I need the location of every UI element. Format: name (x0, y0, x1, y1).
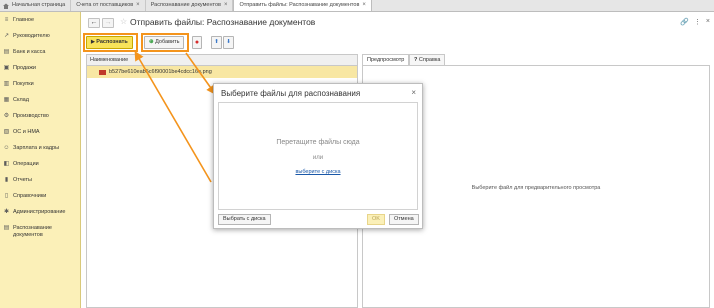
ok-button[interactable]: OK (367, 214, 385, 225)
sidebar-item-director[interactable]: ↗ Руководителю (0, 33, 53, 39)
production-icon: ⚙ (3, 113, 10, 119)
arrow-down-icon: ⬇ (226, 39, 231, 45)
sidebar-item-label: Справочники (13, 193, 47, 199)
bank-icon: ▤ (3, 49, 10, 55)
sidebar-item-operations[interactable]: ◧ Операции (0, 161, 42, 167)
window-tools: 🔗 ⋮ × (680, 18, 710, 26)
people-icon: ☺ (3, 145, 10, 151)
sidebar-item-label: Зарплата и кадры (13, 145, 60, 151)
scan-icon: ▤ (3, 225, 10, 231)
sidebar-item-warehouse[interactable]: ▦ Склад (0, 97, 32, 103)
sidebar-item-main[interactable]: ≡ Главное (0, 17, 37, 23)
assets-icon: ▧ (3, 129, 10, 135)
sidebar-item-reports[interactable]: ▮ Отчеты (0, 177, 35, 183)
tab-label: Начальная страница (12, 2, 66, 8)
sidebar-item-label: ОС и НМА (13, 129, 40, 135)
move-up-button[interactable]: ⬆ (211, 36, 222, 49)
sidebar: ≡ Главное ↗ Руководителю ▤ Банк и касса … (0, 12, 81, 308)
sidebar-item-production[interactable]: ⚙ Производство (0, 113, 52, 119)
sidebar-item-sales[interactable]: ▣ Продажи (0, 65, 39, 71)
tab-send-files[interactable]: Отправить файлы: Распознавание документо… (233, 0, 372, 11)
sidebar-item-label: Администрирование (13, 209, 66, 215)
tab-label: Отправить файлы: Распознавание документо… (239, 2, 360, 8)
help-icon: ? (414, 57, 418, 63)
sidebar-item-label: Распознавание документов (13, 225, 52, 238)
tab-preview-label: Предпросмотр (367, 57, 405, 63)
sidebar-item-salary[interactable]: ☺ Зарплата и кадры (0, 145, 62, 151)
drop-text: Перетащите файлы сюда (276, 139, 360, 146)
link-icon[interactable]: 🔗 (680, 18, 689, 26)
sidebar-item-label: Операции (13, 161, 39, 167)
sidebar-item-label: Покупки (13, 81, 34, 87)
move-down-button[interactable]: ⬇ (223, 36, 234, 49)
table-row[interactable]: b527be610eab5c6f90001be4cdcc16e.png (87, 66, 357, 78)
tab-preview[interactable]: Предпросмотр (362, 54, 410, 65)
arrow-up-icon: ⬆ (214, 39, 219, 45)
home-icon (3, 3, 9, 9)
choose-from-disk-button[interactable]: Выбрать с диска (218, 214, 271, 225)
file-icon (99, 69, 106, 75)
sidebar-item-purchases[interactable]: ▥ Покупки (0, 81, 37, 87)
tab-label: Счета от поставщиков (76, 2, 134, 8)
sidebar-item-directories[interactable]: ▯ Справочники (0, 193, 49, 199)
tab-help-label: Справка (418, 57, 441, 63)
choose-from-disk-link[interactable]: выберите с диска (219, 169, 417, 175)
drop-zone[interactable]: Перетащите файлы сюда или выберите с дис… (218, 102, 418, 210)
dialog-title: Выберите файлы для распознавания (221, 89, 361, 98)
sidebar-item-bank[interactable]: ▤ Банк и касса (0, 49, 48, 55)
file-name: b527be610eab5c6f90001be4cdcc16e.png (109, 69, 212, 75)
gear-icon: ✱ (3, 209, 10, 215)
close-icon[interactable]: × (136, 0, 140, 11)
sidebar-item-label: Продажи (13, 65, 36, 71)
delete-icon: ● (194, 39, 200, 46)
sidebar-item-label: Отчеты (13, 177, 33, 183)
highlight-recognize (83, 33, 138, 52)
tab-invoices[interactable]: Счета от поставщиков × (71, 0, 146, 11)
highlight-add (141, 33, 189, 52)
sidebar-item-label: Склад (13, 97, 29, 103)
sidebar-item-label: Главное (13, 17, 35, 23)
forward-button[interactable]: → (102, 18, 114, 28)
close-icon[interactable]: × (411, 88, 416, 97)
or-text: или (312, 155, 324, 161)
tab-bar: Начальная страница Счета от поставщиков … (0, 0, 714, 12)
sidebar-item-label: Банк и касса (13, 49, 46, 55)
sales-icon: ▣ (3, 65, 10, 71)
chart-icon: ↗ (3, 33, 10, 39)
cancel-button[interactable]: Отмена (389, 214, 419, 225)
file-select-dialog: Выберите файлы для распознавания × Перет… (213, 83, 423, 229)
page-title: Отправить файлы: Распознавание документо… (130, 17, 316, 27)
sidebar-item-label: Руководителю (13, 33, 50, 39)
delete-button[interactable]: ● (192, 36, 202, 49)
more-icon[interactable]: ⋮ (694, 18, 701, 26)
tab-help[interactable]: ? Справка (409, 54, 446, 65)
reports-icon: ▮ (4, 177, 9, 183)
sidebar-item-label: Производство (13, 113, 49, 119)
sidebar-item-recognition[interactable]: ▤ Распознавание документов (0, 225, 80, 239)
star-icon[interactable]: ☆ (120, 17, 127, 26)
close-icon[interactable]: × (362, 0, 366, 11)
tab-home[interactable]: Начальная страница (0, 0, 72, 11)
menu-icon: ≡ (4, 17, 9, 23)
tab-recognition[interactable]: Распознавание документов × (146, 0, 234, 11)
table-header: Наименование (87, 55, 357, 66)
close-icon[interactable]: × (706, 18, 710, 26)
tab-label: Распознавание документов (150, 2, 221, 8)
sidebar-item-admin[interactable]: ✱ Администрирование (0, 209, 68, 215)
back-button[interactable]: ← (88, 18, 100, 28)
books-icon: ▯ (4, 193, 9, 199)
warehouse-icon: ▦ (3, 97, 10, 103)
sidebar-item-assets[interactable]: ▧ ОС и НМА (0, 129, 43, 135)
operations-icon: ◧ (3, 161, 10, 167)
cart-icon: ▥ (3, 81, 10, 87)
close-icon[interactable]: × (224, 0, 228, 11)
